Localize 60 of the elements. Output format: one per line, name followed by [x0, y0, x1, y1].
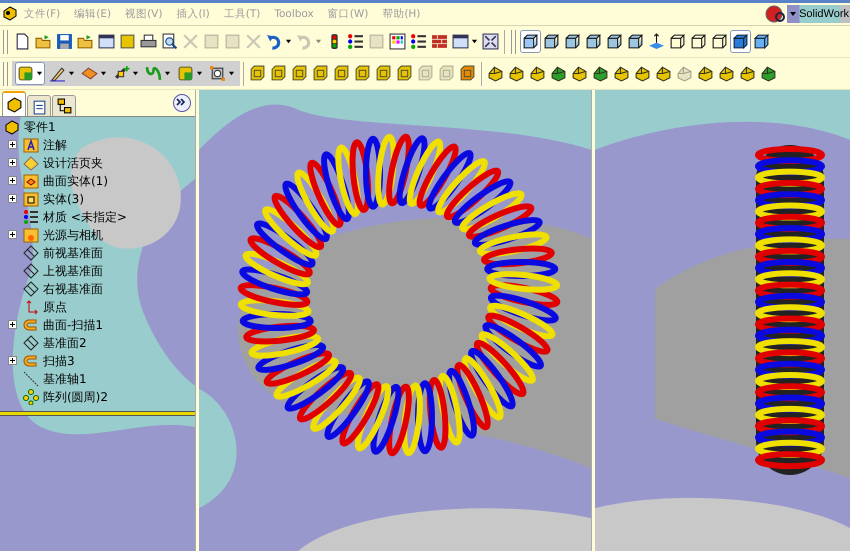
- axis-icon: [23, 371, 39, 387]
- binder-icon: [23, 155, 39, 171]
- tree-item-label: 阵列(圆周)2: [43, 388, 108, 406]
- expand-toggle[interactable]: [8, 320, 18, 330]
- tree-item-label: 零件1: [24, 118, 56, 136]
- annotation-folder-icon: [23, 137, 39, 153]
- sweep-icon: [23, 353, 39, 369]
- property-tab[interactable]: [27, 95, 51, 116]
- expand-toggle[interactable]: [8, 176, 18, 186]
- tree-item-label: 扫描3: [43, 352, 75, 370]
- expand-panel-button[interactable]: [173, 94, 191, 112]
- tree-item-label: 右视基准面: [43, 280, 103, 298]
- tree-item-label: 曲面实体(1): [43, 172, 108, 190]
- menu-item[interactable]: 文件(F): [24, 7, 60, 21]
- menu-item[interactable]: 视图(V): [125, 7, 162, 21]
- document-icon: [30, 98, 48, 114]
- material-icon: [23, 209, 39, 225]
- menu-item[interactable]: 窗口(W): [328, 7, 368, 21]
- search-globe-icon[interactable]: [765, 4, 788, 24]
- menu-item[interactable]: 帮助(H): [382, 7, 420, 21]
- expand-toggle[interactable]: [8, 194, 18, 204]
- expand-toggle[interactable]: [8, 230, 18, 240]
- part-icon: [4, 119, 20, 135]
- light-folder-icon: [23, 227, 39, 243]
- tree-item-label: 基准面2: [43, 334, 87, 352]
- tree-item-label: 注解: [43, 136, 67, 154]
- tree-item-label: 前视基准面: [43, 244, 103, 262]
- caret-icon: [789, 10, 798, 18]
- menu-item[interactable]: 插入(I): [176, 7, 210, 21]
- expand-toggle[interactable]: [8, 140, 18, 150]
- expand-toggle[interactable]: [8, 356, 18, 366]
- search-field[interactable]: SolidWork: [787, 5, 850, 23]
- menu-item[interactable]: 工具(T): [224, 7, 260, 21]
- expand-toggle[interactable]: [8, 158, 18, 168]
- pattern-icon: [23, 389, 39, 405]
- tree-root-item[interactable]: 零件1: [0, 118, 195, 136]
- shaded-cube-icon[interactable]: [730, 30, 751, 53]
- hierarchy-icon: [56, 98, 72, 114]
- sweep-icon: [23, 317, 39, 333]
- tree-item-label: 基准轴1: [43, 370, 87, 388]
- menu-item[interactable]: 编辑(E): [74, 7, 112, 21]
- tree-item-label: 材质 <未指定>: [43, 208, 127, 226]
- surface-folder-icon: [23, 173, 39, 189]
- tree-item-label: 实体(3): [43, 190, 84, 208]
- plane-icon: [23, 281, 39, 297]
- plane-icon: [23, 335, 39, 351]
- feature-tree-tab[interactable]: [2, 91, 26, 116]
- sketch-icon[interactable]: [15, 62, 45, 85]
- tree-item-label: 曲面-扫描1: [43, 316, 103, 334]
- configuration-tab[interactable]: [52, 95, 76, 116]
- tree-item-label: 设计活页夹: [43, 154, 103, 172]
- plane-icon: [23, 263, 39, 279]
- tree-item-label: 上视基准面: [43, 262, 103, 280]
- part-block-icon: [6, 96, 22, 113]
- tree-item-label: 光源与相机: [43, 226, 103, 244]
- solid-folder-icon: [23, 191, 39, 207]
- tree-item-label: 原点: [43, 298, 67, 316]
- isometric-cube-icon[interactable]: [520, 30, 541, 53]
- menu-item[interactable]: Toolbox: [274, 8, 314, 20]
- plane-icon: [23, 245, 39, 261]
